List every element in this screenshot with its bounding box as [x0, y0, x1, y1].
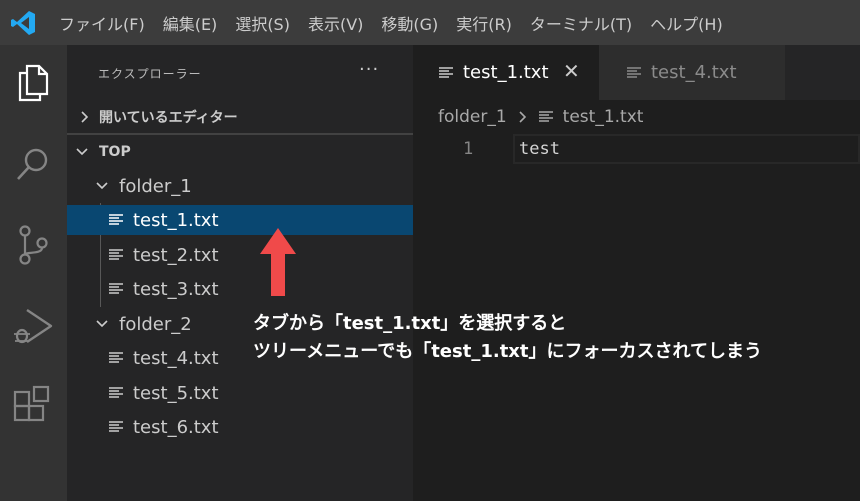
text-file-icon: [109, 352, 123, 363]
text-file-icon: [109, 214, 123, 225]
breadcrumb-file[interactable]: test_1.txt: [563, 107, 644, 127]
menu-run[interactable]: 実行(R): [456, 11, 512, 35]
tab-label: test_1.txt: [463, 62, 549, 83]
explorer-panel: エクスプローラー ··· 開いているエディター TOP folder_1 tes…: [67, 45, 413, 501]
tree-file-test-3[interactable]: test_3.txt: [67, 274, 413, 304]
breadcrumb-folder[interactable]: folder_1: [438, 107, 507, 127]
current-line-highlight: [513, 134, 860, 164]
explorer-title: エクスプローラー: [98, 67, 202, 81]
editor-tab-bar: test_1.txt ✕ test_4.txt: [413, 45, 860, 100]
tree-file-test-6[interactable]: test_6.txt: [67, 412, 413, 442]
activity-bar: [0, 45, 67, 501]
text-file-icon: [109, 387, 123, 398]
menu-terminal[interactable]: ターミナル(T): [530, 11, 632, 35]
tab-test-4[interactable]: test_4.txt: [599, 45, 785, 100]
tree-file-test-1-selected[interactable]: test_1.txt: [67, 205, 413, 235]
chevron-right-icon: [519, 111, 526, 123]
text-file-icon: [109, 283, 123, 294]
open-editors-label: 開いているエディター: [99, 110, 238, 126]
file-label: test_3.txt: [133, 278, 219, 300]
section-divider: [67, 133, 413, 135]
chevron-down-icon: [96, 320, 108, 328]
file-label: test_4.txt: [133, 347, 219, 369]
tab-test-1[interactable]: test_1.txt ✕: [413, 45, 599, 100]
files-icon[interactable]: [8, 57, 58, 107]
text-file-icon: [109, 249, 123, 260]
source-control-icon[interactable]: [8, 220, 58, 270]
chevron-down-icon: [76, 148, 88, 156]
open-editors-section[interactable]: 開いているエディター: [67, 102, 413, 132]
file-label: test_6.txt: [133, 416, 219, 438]
text-file-icon: [439, 66, 453, 78]
text-file-icon: [538, 111, 553, 122]
folder-1-label: folder_1: [119, 175, 192, 197]
breadcrumb: folder_1 test_1.txt: [413, 100, 860, 134]
menu-view[interactable]: 表示(V): [308, 11, 363, 35]
chevron-down-icon: [96, 182, 108, 190]
root-folder-top[interactable]: TOP: [67, 137, 413, 167]
chevron-right-icon: [81, 111, 89, 123]
extensions-icon[interactable]: [8, 381, 58, 431]
text-file-icon: [109, 421, 123, 432]
more-actions-button[interactable]: ···: [359, 59, 379, 80]
code-line[interactable]: test: [519, 139, 560, 159]
tree-file-test-5[interactable]: test_5.txt: [67, 378, 413, 408]
file-label: test_1.txt: [133, 209, 219, 231]
line-number: 1: [463, 139, 474, 159]
menu-file[interactable]: ファイル(F): [59, 11, 145, 35]
folder-2-label: folder_2: [119, 313, 192, 335]
tab-label: test_4.txt: [651, 62, 737, 83]
text-file-icon: [627, 66, 641, 78]
menu-edit[interactable]: 編集(E): [163, 11, 218, 35]
tree-folder-1[interactable]: folder_1: [67, 171, 413, 201]
close-icon[interactable]: ✕: [563, 61, 580, 81]
annotation-line-1: タブから「test_1.txt」を選択すると: [253, 313, 567, 334]
annotation-callout: タブから「test_1.txt」を選択すると ツリーメニューでも「test_1.…: [253, 310, 762, 366]
menu-go[interactable]: 移動(G): [381, 11, 438, 35]
file-label: test_5.txt: [133, 382, 219, 404]
menu-bar: ファイル(F) 編集(E) 選択(S) 表示(V) 移動(G) 実行(R) ター…: [59, 0, 741, 45]
menu-help[interactable]: ヘルプ(H): [650, 11, 723, 35]
menu-selection[interactable]: 選択(S): [235, 11, 290, 35]
annotation-line-2: ツリーメニューでも「test_1.txt」にフォーカスされてしまう: [253, 341, 762, 362]
root-folder-label: TOP: [99, 144, 131, 160]
search-icon[interactable]: [8, 139, 58, 189]
vscode-logo-icon: [11, 11, 35, 35]
arrow-up-icon: [260, 228, 296, 296]
file-label: test_2.txt: [133, 244, 219, 266]
tree-file-test-2[interactable]: test_2.txt: [67, 240, 413, 270]
title-bar: ファイル(F) 編集(E) 選択(S) 表示(V) 移動(G) 実行(R) ター…: [0, 0, 860, 45]
run-debug-icon[interactable]: [8, 301, 58, 351]
